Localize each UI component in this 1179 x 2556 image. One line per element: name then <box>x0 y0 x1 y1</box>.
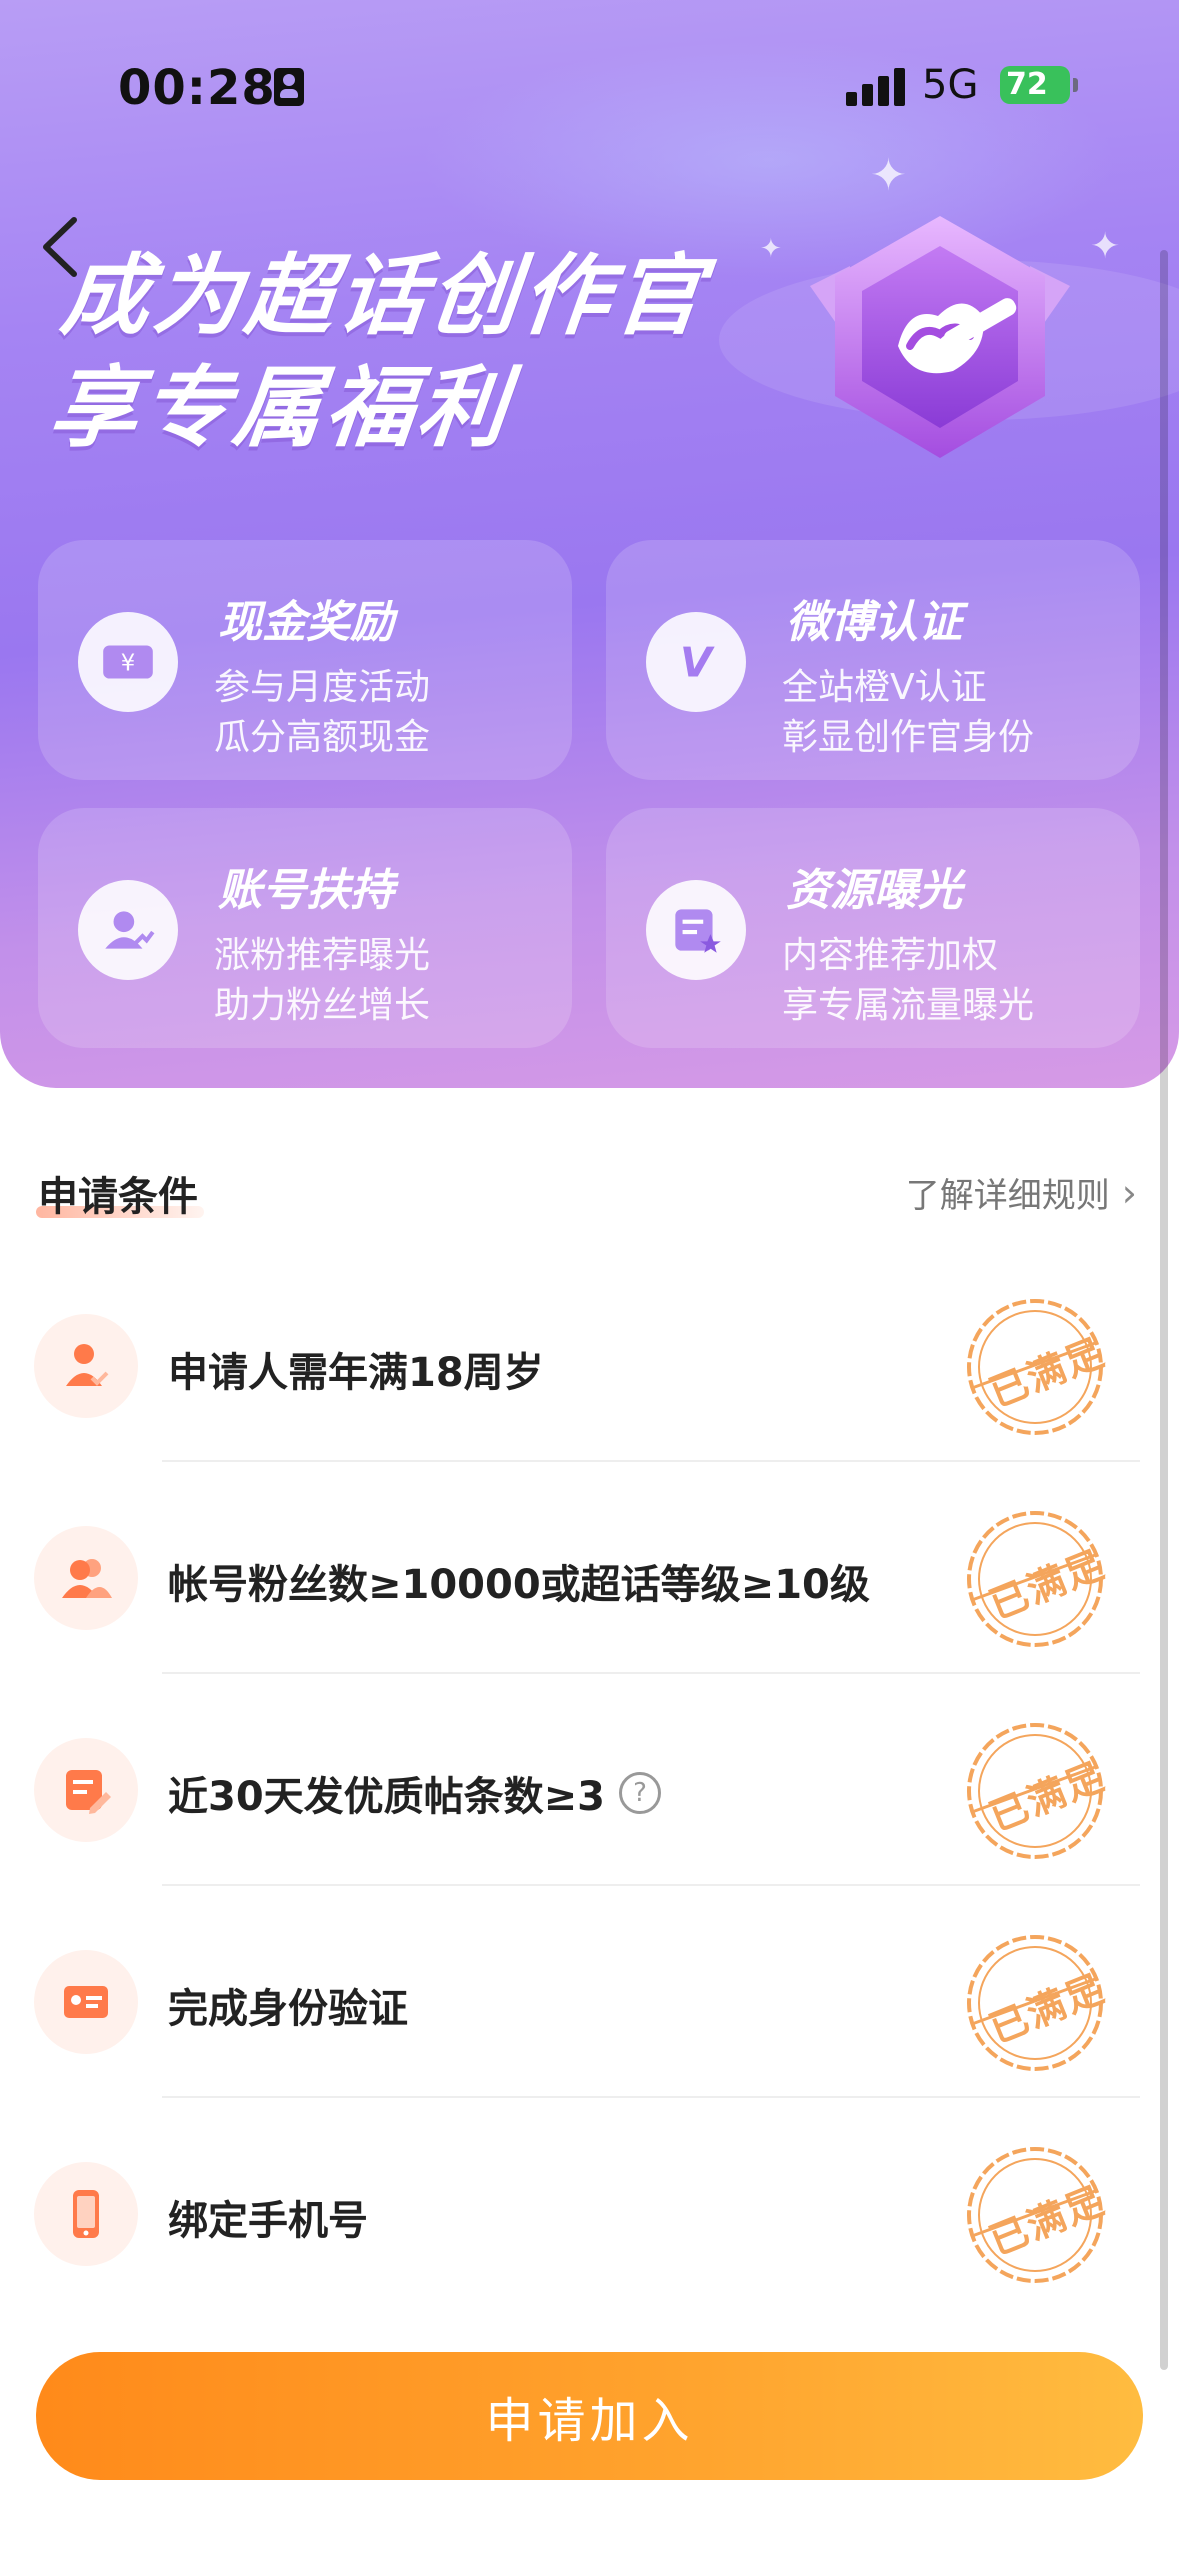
benefit-title: 现金奖励 <box>218 597 394 648</box>
benefit-desc: 参与月度活动 <box>214 667 431 708</box>
condition-label: 近30天发优质帖条数≥3 <box>168 1774 606 1820</box>
person-check-icon <box>34 1314 138 1418</box>
satisfied-stamp: 已满足 <box>960 1716 1111 1866</box>
svg-text:¥: ¥ <box>121 650 135 676</box>
apply-join-button[interactable]: 申请加入 <box>36 2352 1143 2480</box>
conditions-header: 申请条件 了解详细规则 › <box>0 1150 1179 1230</box>
condition-row-posts: 近30天发优质帖条数≥3 ? 已满足 <box>0 1686 1179 1886</box>
battery-level: 72 <box>1006 67 1048 102</box>
benefit-title: 资源曝光 <box>786 865 962 916</box>
cash-ticket-icon: ¥ <box>78 612 178 712</box>
contact-card-icon <box>274 68 304 106</box>
condition-label: 完成身份验证 <box>168 1986 408 2032</box>
svg-text:V: V <box>680 638 715 686</box>
condition-label: 帐号粉丝数≥10000或超话等级≥10级 <box>168 1562 870 1608</box>
verified-v-icon: V <box>646 612 746 712</box>
benefit-title: 微博认证 <box>786 597 962 648</box>
id-card-icon <box>34 1950 138 2054</box>
row-divider <box>162 1460 1140 1462</box>
condition-text: 绑定手机号 <box>168 2188 368 2246</box>
hero-title: 成为超话创作官 享专属福利 <box>44 240 712 464</box>
battery-nub <box>1073 78 1078 92</box>
condition-text: 完成身份验证 <box>168 1976 408 2034</box>
condition-text: 申请人需年满18周岁 <box>168 1340 544 1398</box>
satisfied-stamp: 已满足 <box>960 2140 1111 2290</box>
condition-row-fans: 帐号粉丝数≥10000或超话等级≥10级 已满足 <box>0 1474 1179 1674</box>
rules-link-label: 了解详细规则 <box>905 1176 1110 1216</box>
network-type: 5G <box>922 62 979 108</box>
hero-title-line2: 享专属福利 <box>44 356 516 459</box>
user-growth-icon <box>78 880 178 980</box>
benefit-card-verify: V 微博认证 全站橙V认证 彰显创作官身份 <box>606 540 1140 780</box>
battery-icon: 72 <box>1000 66 1070 104</box>
condition-text: 近30天发优质帖条数≥3 ? <box>168 1764 662 1822</box>
scrollbar[interactable] <box>1160 250 1168 2370</box>
condition-row-identity: 完成身份验证 已满足 <box>0 1898 1179 2098</box>
signal-icon <box>846 66 906 106</box>
help-icon[interactable]: ? <box>619 1772 662 1814</box>
users-icon <box>34 1526 138 1630</box>
satisfied-stamp: 已满足 <box>960 1504 1111 1654</box>
status-time: 00:28 <box>118 60 276 116</box>
condition-row-phone: 绑定手机号 已满足 <box>0 2110 1179 2310</box>
benefit-title: 账号扶持 <box>218 865 394 916</box>
condition-text: 帐号粉丝数≥10000或超话等级≥10级 <box>168 1552 870 1610</box>
satisfied-stamp: 已满足 <box>960 1292 1111 1442</box>
benefit-desc: 彰显创作官身份 <box>782 717 1035 758</box>
row-divider <box>162 2096 1140 2098</box>
condition-label: 绑定手机号 <box>168 2198 368 2244</box>
phone-icon <box>34 2162 138 2266</box>
condition-label: 申请人需年满18周岁 <box>168 1350 544 1396</box>
edit-post-icon <box>34 1738 138 1842</box>
condition-row-age: 申请人需年满18周岁 已满足 <box>0 1262 1179 1462</box>
benefit-card-exposure: 资源曝光 内容推荐加权 享专属流量曝光 <box>606 808 1140 1048</box>
benefit-desc: 享专属流量曝光 <box>782 985 1035 1026</box>
benefit-desc: 涨粉推荐曝光 <box>214 935 431 976</box>
benefit-card-cash: ¥ 现金奖励 参与月度活动 瓜分高额现金 <box>38 540 572 780</box>
benefit-desc: 瓜分高额现金 <box>214 717 431 758</box>
chevron-left-icon <box>43 217 77 277</box>
creator-badge-icon <box>790 196 1090 486</box>
sparkle-icon: ✦ <box>760 234 782 264</box>
benefit-desc: 全站橙V认证 <box>782 667 987 708</box>
detailed-rules-link[interactable]: 了解详细规则 › <box>906 1168 1137 1217</box>
satisfied-stamp: 已满足 <box>960 1928 1111 2078</box>
sparkle-icon: ✦ <box>1090 226 1121 267</box>
benefit-desc: 内容推荐加权 <box>782 935 999 976</box>
benefit-desc: 助力粉丝增长 <box>214 985 431 1026</box>
row-divider <box>162 1672 1140 1674</box>
row-divider <box>162 1884 1140 1886</box>
hero-title-line1: 成为超话创作官 <box>56 244 712 347</box>
chevron-right-icon: › <box>1121 1170 1137 1215</box>
back-button[interactable] <box>30 212 90 282</box>
benefit-card-support: 账号扶持 涨粉推荐曝光 助力粉丝增长 <box>38 808 572 1048</box>
status-bar: 00:28 5G 72 <box>0 0 1179 170</box>
content-star-icon <box>646 880 746 980</box>
conditions-title: 申请条件 <box>38 1174 198 1220</box>
